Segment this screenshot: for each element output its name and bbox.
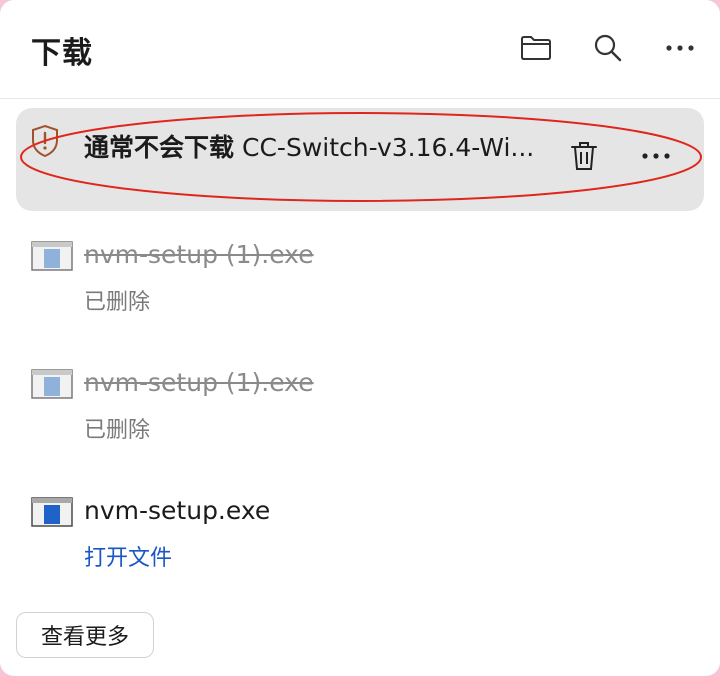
download-status: 已删除 [84, 290, 151, 315]
download-item-deleted-1[interactable]: nvm-setup (1).exe 已删除 [30, 240, 690, 330]
more-icon [666, 45, 694, 51]
header-more-button[interactable] [660, 28, 700, 68]
shield-warning-icon [32, 124, 58, 158]
blocked-download-item[interactable]: 通常不会下载 CC-Switch-v3.16.4-Wi... [16, 108, 704, 211]
folder-icon [521, 36, 551, 60]
download-filename: nvm-setup.exe [84, 496, 271, 525]
download-status: 已删除 [84, 418, 151, 443]
open-file-link[interactable]: 打开文件 [84, 540, 172, 572]
exe-file-icon [31, 369, 73, 399]
blocked-filename: CC-Switch-v3.16.4-Wi... [242, 133, 535, 162]
blocked-status-label: 通常不会下载 [84, 133, 235, 162]
more-icon [642, 153, 670, 159]
panel-title: 下载 [31, 36, 93, 71]
exe-file-icon [31, 497, 73, 527]
open-downloads-folder-button[interactable] [516, 28, 556, 68]
delete-button[interactable] [566, 138, 602, 174]
download-filename: nvm-setup (1).exe [84, 368, 314, 397]
download-item-complete[interactable]: nvm-setup.exe 打开文件 [30, 496, 690, 586]
exe-file-icon [31, 241, 73, 271]
item-more-button[interactable] [636, 138, 676, 174]
trash-icon [571, 142, 597, 170]
see-more-button[interactable]: 查看更多 [16, 612, 154, 658]
download-item-deleted-2[interactable]: nvm-setup (1).exe 已删除 [30, 368, 690, 458]
panel-header: 下载 [0, 0, 720, 99]
search-downloads-button[interactable] [588, 28, 628, 68]
download-filename: nvm-setup (1).exe [84, 240, 314, 269]
search-icon [594, 34, 622, 62]
blocked-download-text: 通常不会下载 CC-Switch-v3.16.4-Wi... [84, 128, 544, 164]
downloads-panel: 下载 通常不会下载 CC-Switch-v3.16.4-Wi... nvm-se… [0, 0, 720, 676]
